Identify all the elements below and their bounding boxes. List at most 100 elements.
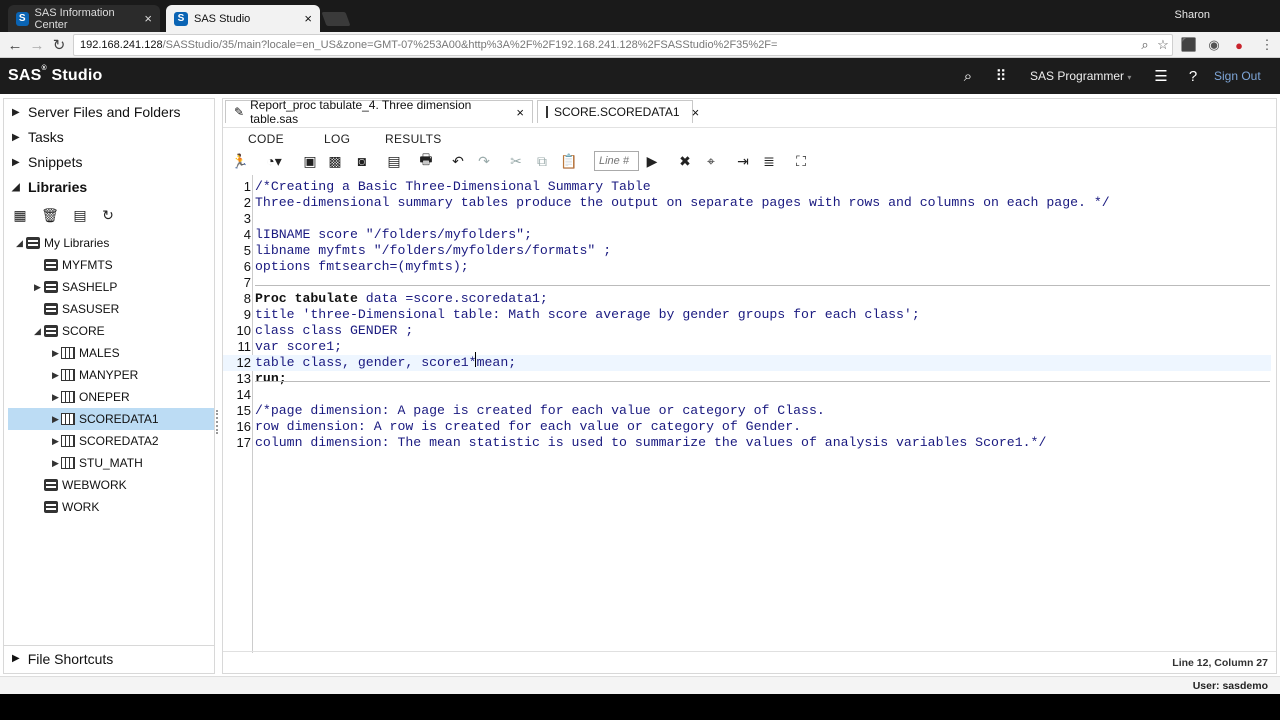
code-text: table class, gender, score1*mean; [255, 355, 517, 370]
section-snippets[interactable]: ▶ Snippets [4, 150, 214, 174]
tree-item-library[interactable]: SASUSER [8, 298, 214, 320]
run-icon[interactable]: 🏃 [231, 152, 249, 170]
pinterest-icon[interactable]: ● [1230, 36, 1248, 54]
zoom-icon[interactable]: ⌕ [1136, 36, 1154, 54]
print-icon[interactable]: 🖶 [417, 151, 435, 170]
section-libraries[interactable]: ◢ Libraries [4, 175, 214, 199]
code-text: class class GENDER ; [255, 323, 414, 338]
undo-icon[interactable]: ↶ [449, 152, 467, 170]
code-line[interactable]: 13 run; [223, 371, 1271, 387]
tree-item-table[interactable]: ▶ MALES [8, 342, 214, 364]
extension-icon[interactable]: ⬛ [1180, 36, 1198, 54]
brand-suffix: Studio [51, 67, 103, 84]
code-line[interactable]: 14 [223, 387, 1271, 403]
section-file-shortcuts[interactable]: ▶ File Shortcuts [4, 645, 214, 671]
new-library-icon[interactable]: ▦ [12, 207, 28, 223]
code-line[interactable]: 6 options fmtsearch=(myfmts); [223, 259, 1271, 275]
help-icon[interactable]: ? [1183, 66, 1203, 86]
close-tab-icon[interactable]: × [144, 12, 152, 25]
find-replace-icon[interactable]: ⌖ [702, 152, 720, 170]
code-line[interactable]: 16 row dimension: A row is created for ea… [223, 419, 1271, 435]
library-icon [44, 303, 58, 316]
code-line[interactable]: 12 table class, gender, score1*mean; [223, 355, 1271, 371]
hamburger-menu-icon[interactable]: ☰ [1151, 66, 1171, 86]
save-as-icon[interactable]: ▩ [326, 152, 344, 170]
section-tasks[interactable]: ▶ Tasks [4, 125, 214, 149]
code-line[interactable]: 4 lIBNAME score "/folders/myfolders"; [223, 227, 1271, 243]
code-line[interactable]: 10 class class GENDER ; [223, 323, 1271, 339]
clear-all-code-icon[interactable]: ✖ [676, 152, 694, 170]
sign-out-link[interactable]: Sign Out [1214, 69, 1261, 83]
tree-item-table[interactable]: ▶ ONEPER [8, 386, 214, 408]
code-line[interactable]: 1 /*Creating a Basic Three-Dimensional Su… [223, 179, 1271, 195]
new-tab-button[interactable] [321, 12, 351, 26]
code-text: lIBNAME score "/folders/myfolders"; [255, 227, 532, 242]
tab-results[interactable]: RESULTS [385, 132, 442, 146]
tree-item-library[interactable]: WORK [8, 496, 214, 518]
section-server-files[interactable]: ▶ Server Files and Folders [4, 100, 214, 124]
code-line[interactable]: 8 Proc tabulate data =score.scoredata1; [223, 291, 1271, 307]
pane-splitter-handle[interactable] [216, 410, 220, 434]
browser-profile-name[interactable]: Sharon [1175, 9, 1210, 21]
line-number-input[interactable] [594, 151, 639, 171]
tree-item-library[interactable]: MYFMTS [8, 254, 214, 276]
properties-icon[interactable]: ▤ [72, 207, 88, 223]
refresh-icon[interactable]: ↻ [100, 207, 116, 223]
reload-icon[interactable]: ↻ [49, 35, 69, 55]
redo-icon[interactable]: ↷ [475, 152, 493, 170]
delete-icon[interactable]: 🗑 [41, 207, 59, 223]
go-to-line-icon[interactable]: ▶ [643, 152, 661, 170]
tree-item-my-libraries[interactable]: ◢ My Libraries [8, 232, 214, 254]
tree-item-library[interactable]: WEBWORK [8, 474, 214, 496]
address-bar[interactable]: 192.168.241.128/SASStudio/35/main?locale… [73, 34, 1173, 56]
close-tab-icon[interactable]: × [304, 12, 312, 25]
tree-item-label: SCOREDATA1 [79, 412, 159, 426]
maximize-view-icon[interactable]: ⛶ [792, 152, 810, 170]
tree-item-library[interactable]: ◢ SCORE [8, 320, 214, 342]
doc-tab-table[interactable]: SCORE.SCOREDATA1 × [537, 100, 699, 123]
apps-grid-icon[interactable]: ⠿ [991, 66, 1011, 86]
code-line[interactable]: 2 Three-dimensional summary tables produc… [223, 195, 1271, 211]
tree-item-library[interactable]: ▶ SASHELP [8, 276, 214, 298]
expand-triangle-icon: ▶ [52, 369, 59, 380]
paste-icon[interactable]: 📋 [560, 152, 578, 170]
tree-item-table[interactable]: ▶ SCOREDATA2 [8, 430, 214, 452]
submit-lines-icon[interactable]: ⇥ [734, 152, 752, 170]
code-line[interactable]: 9 title 'three-Dimensional table: Math sc… [223, 307, 1271, 323]
tree-item-label: MANYPER [79, 368, 139, 382]
code-line[interactable]: 5 libname myfmts "/folders/myfolders/form… [223, 243, 1271, 259]
browser-tab-sas-studio[interactable]: S SAS Studio × [166, 5, 320, 32]
close-tab-icon[interactable]: × [516, 105, 524, 120]
forward-arrow-icon[interactable]: → [27, 35, 47, 55]
back-arrow-icon[interactable]: ← [5, 35, 25, 55]
save-icon[interactable]: ▣ [301, 152, 319, 170]
code-line[interactable]: 15 /*page dimension: A page is created fo… [223, 403, 1271, 419]
format-code-icon[interactable]: ≣ [760, 152, 778, 170]
perspective-selector[interactable]: SAS Programmer ▾ [1030, 69, 1131, 83]
tree-item-table[interactable]: ▶ STU_MATH [8, 452, 214, 474]
browser-tab-sas-information-center[interactable]: S SAS Information Center × [8, 5, 160, 32]
browser-menu-icon[interactable]: ⋮ [1258, 36, 1276, 54]
tree-item-table[interactable]: ▶ MANYPER [8, 364, 214, 386]
doc-tab-label: Report_proc tabulate_4. Three dimension … [250, 98, 472, 126]
close-tab-icon[interactable]: × [692, 105, 700, 120]
bookmark-star-icon[interactable]: ☆ [1154, 36, 1172, 54]
line-number: 3 [243, 211, 251, 226]
doc-tab-program[interactable]: ✎ Report_proc tabulate_4. Three dimensio… [225, 98, 533, 126]
code-line[interactable]: 11 var score1; [223, 339, 1271, 355]
history-icon[interactable]: ◔▾ [261, 152, 287, 170]
tab-code[interactable]: CODE [248, 132, 284, 146]
copy-icon[interactable]: ⧉ [533, 152, 551, 170]
export-icon[interactable]: ◙ [353, 152, 371, 170]
search-icon[interactable]: ⌕ [958, 66, 978, 86]
tab-log[interactable]: LOG [324, 132, 350, 146]
extension-icon[interactable]: ◉ [1205, 36, 1223, 54]
email-icon[interactable]: ▤ [385, 152, 403, 170]
code-line[interactable]: 3 [223, 211, 1271, 227]
tree-item-table-selected[interactable]: ▶ SCOREDATA1 [8, 408, 214, 430]
code-line[interactable]: 17 column dimension: The mean statistic i… [223, 435, 1271, 451]
cursor-position: Line 12, Column 27 [1172, 657, 1268, 669]
code-line[interactable]: 7 [223, 275, 1271, 291]
code-editor[interactable]: 1 /*Creating a Basic Three-Dimensional Su… [223, 175, 1276, 653]
cut-icon[interactable]: ✂ [507, 152, 525, 170]
